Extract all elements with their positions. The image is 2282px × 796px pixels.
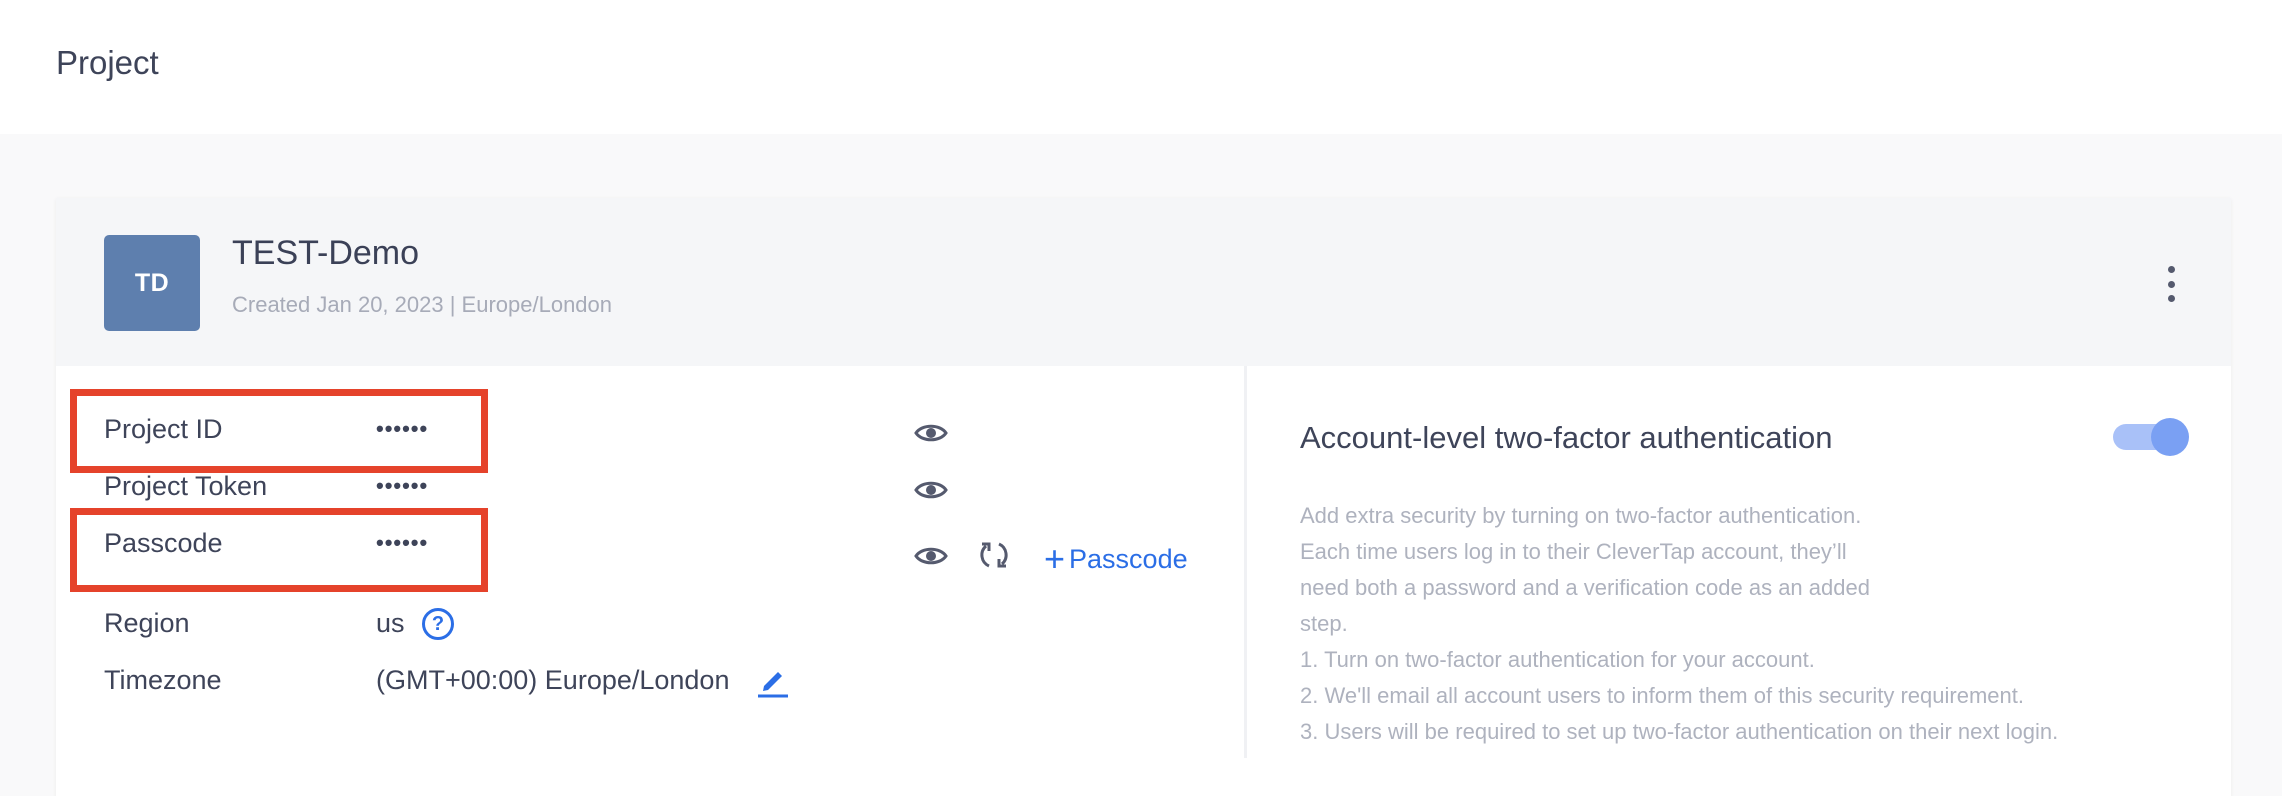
two-factor-desc-line: 3. Users will be required to set up two-… [1300,719,2059,744]
project-name: TEST-Demo [232,234,420,272]
project-token-label: Project Token [104,471,268,501]
highlight-passcode [70,508,488,592]
page-title: Project [56,44,159,81]
project-token-value: •••••• [376,473,429,498]
timezone-value: (GMT+00:00) Europe/London [376,665,730,695]
kebab-menu-icon[interactable] [2163,266,2179,302]
add-passcode-label: Passcode [1069,543,1188,574]
two-factor-title: Account-level two-factor authentication [1300,420,1833,455]
column-divider [1244,366,1247,758]
project-card-header: TD TEST-Demo Created Jan 20, 2023 | Euro… [56,198,2231,366]
project-created-meta: Created Jan 20, 2023 | Europe/London [232,292,613,317]
eye-icon[interactable] [914,420,948,446]
plus-icon: + [1044,538,1066,579]
two-factor-desc-line: 1. Turn on two-factor authentication for… [1300,647,1815,672]
question-circle-icon[interactable]: ? [422,608,454,640]
pencil-icon[interactable] [756,664,790,698]
two-factor-desc-line: need both a password and a verification … [1300,575,1870,600]
refresh-icon[interactable] [978,538,1010,572]
two-factor-desc-line: step. [1300,611,1348,636]
project-avatar: TD [104,235,200,331]
two-factor-description: Add extra security by turning on two-fac… [1300,498,2140,750]
eye-icon[interactable] [914,477,948,503]
two-factor-desc-line: Each time users log in to their CleverTa… [1300,539,1847,564]
two-factor-desc-line: 2. We'll email all account users to info… [1300,683,2024,708]
eye-icon[interactable] [914,543,948,569]
two-factor-toggle[interactable] [2113,418,2189,456]
region-value: us [376,608,405,638]
top-bar: Project [0,0,2282,134]
two-factor-desc-line: Add extra security by turning on two-fac… [1300,503,1862,528]
add-passcode-button[interactable]: + Passcode [1044,541,1188,577]
timezone-label: Timezone [104,665,222,695]
region-label: Region [104,608,190,638]
highlight-project-id [70,389,488,473]
project-card: TD TEST-Demo Created Jan 20, 2023 | Euro… [56,198,2231,796]
